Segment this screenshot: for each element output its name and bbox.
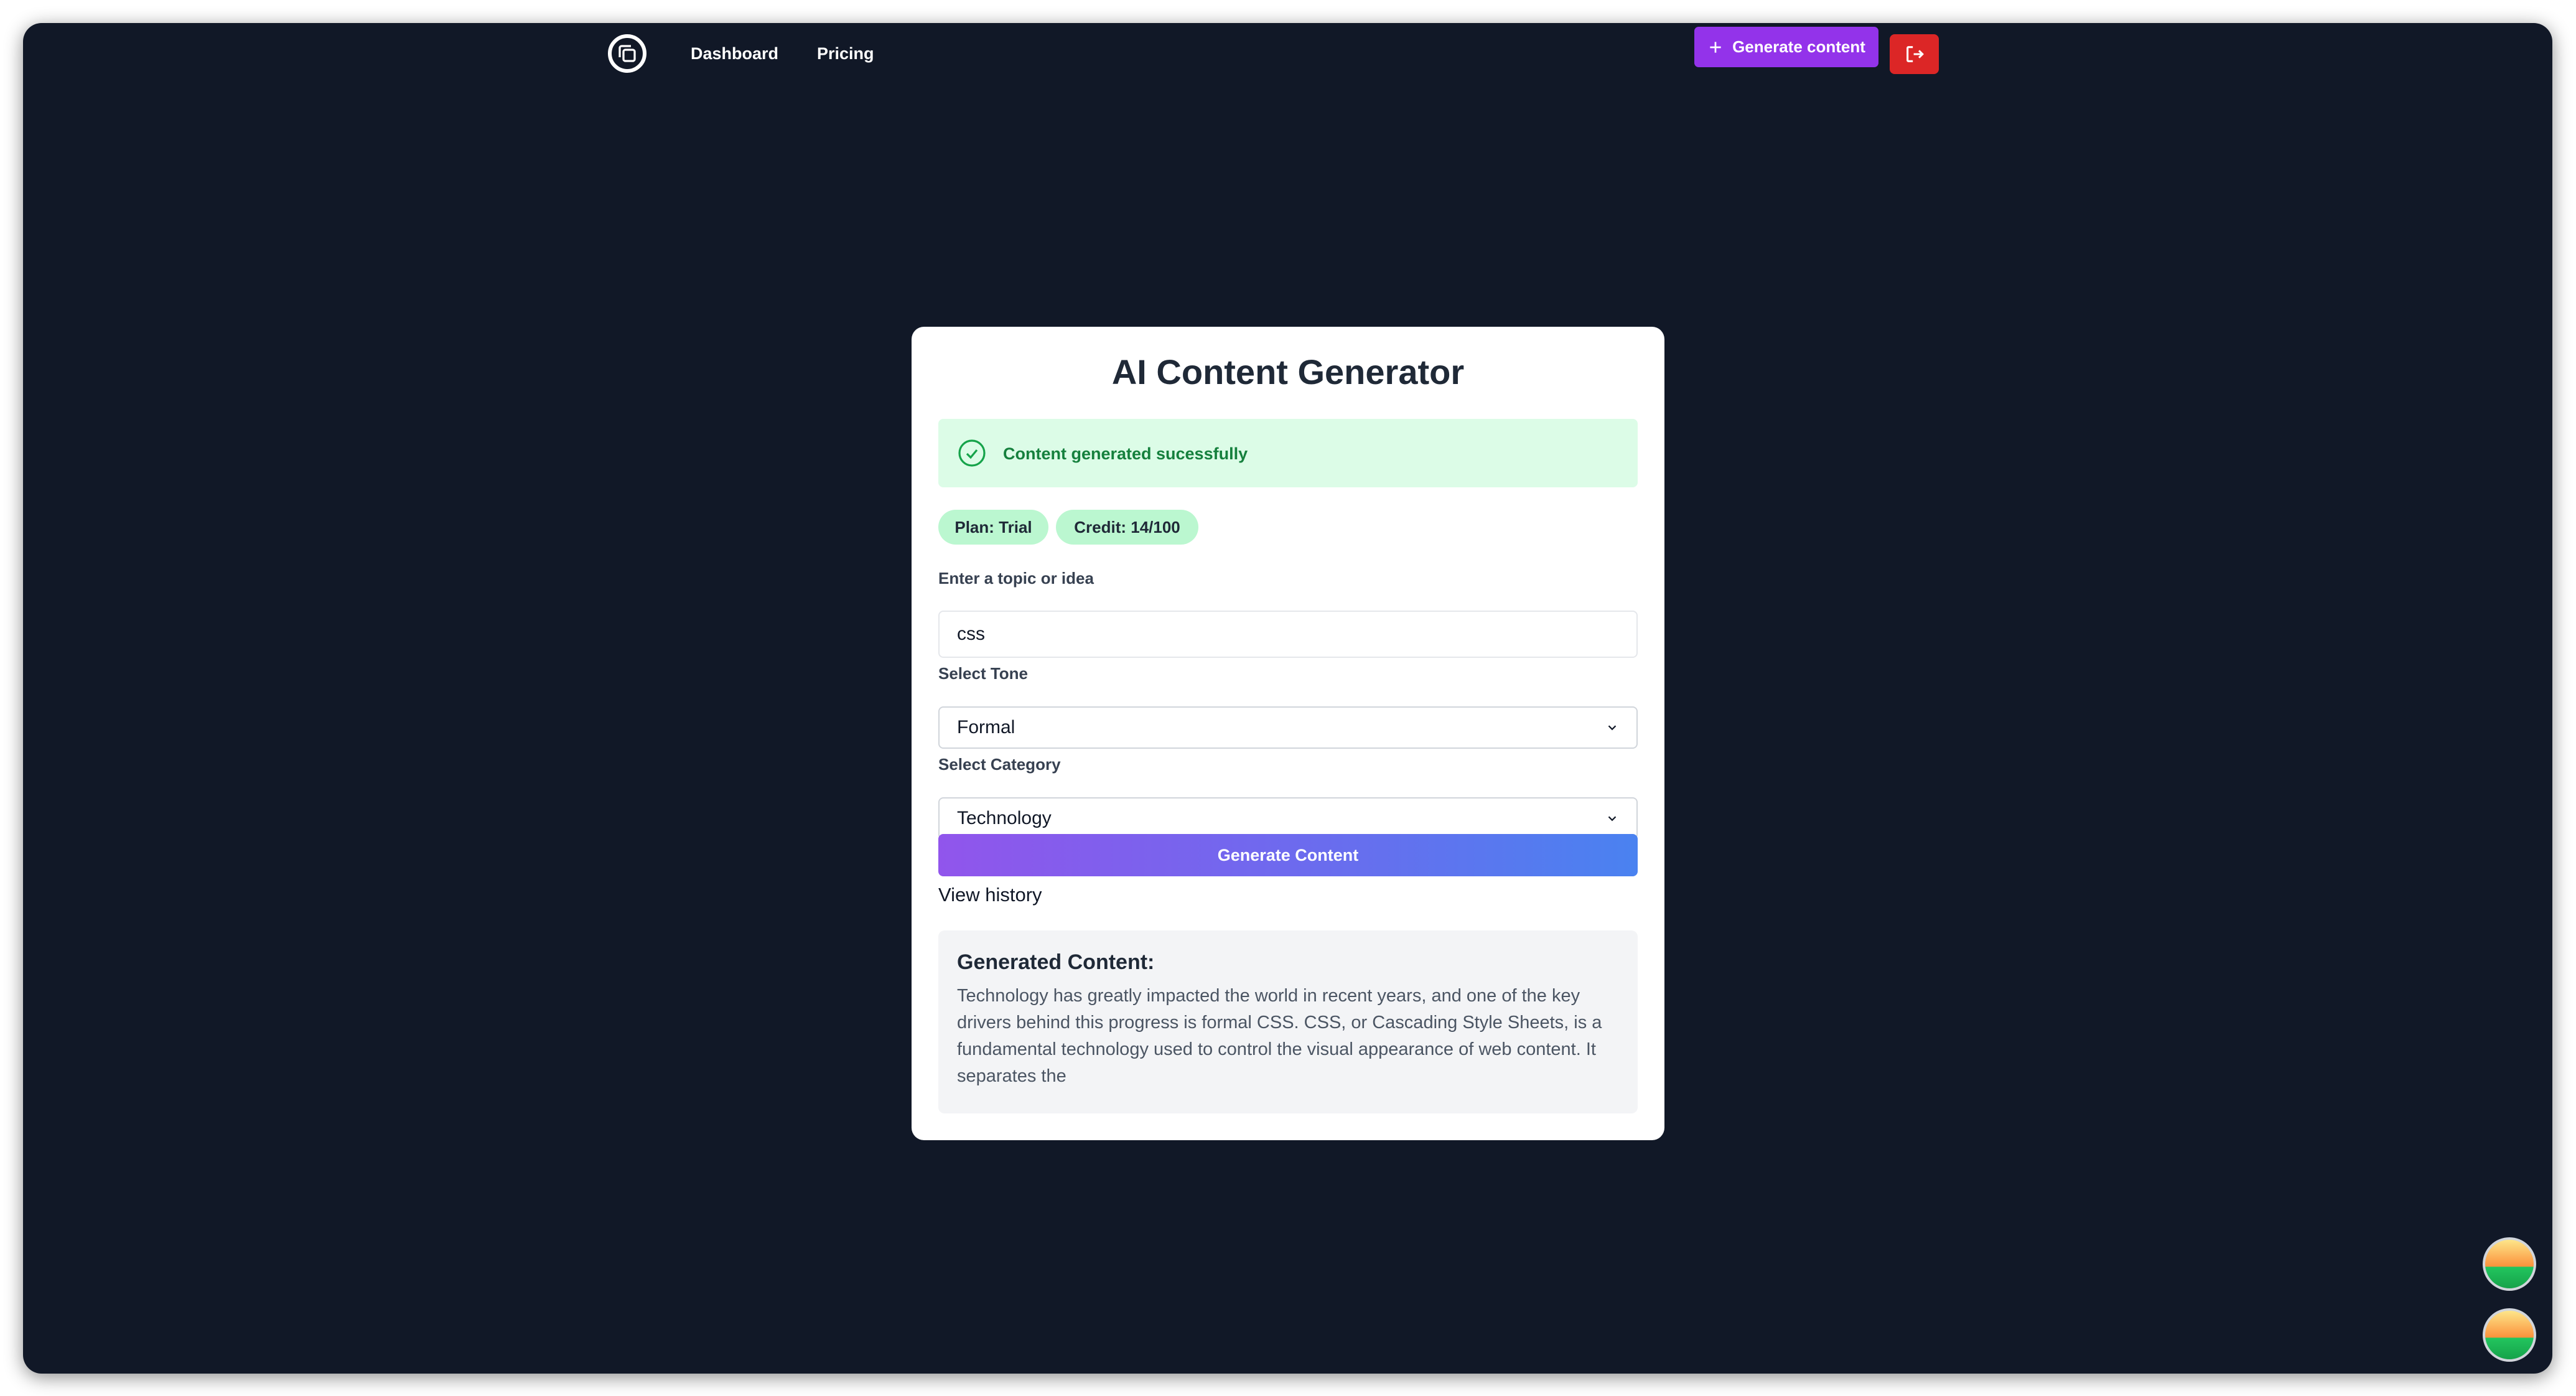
generated-content-text: Technology has greatly impacted the worl…: [957, 986, 1602, 1086]
avatar[interactable]: [2483, 1237, 2536, 1291]
generated-content-heading: Generated Content:: [957, 950, 1155, 974]
plus-icon: [1710, 41, 1721, 53]
app-window: Dashboard Pricing Generate content AI Co…: [23, 23, 2552, 1374]
topic-input[interactable]: css: [938, 611, 1638, 658]
logo-icon[interactable]: [608, 34, 646, 73]
plan-badge: Plan: Trial: [938, 510, 1048, 545]
generated-content-panel: Generated Content: Technology has greatl…: [938, 930, 1638, 1113]
tone-select[interactable]: Formal: [938, 706, 1638, 749]
credit-badge: Credit: 14/100: [1056, 510, 1198, 545]
topic-label: Enter a topic or idea: [938, 569, 1094, 588]
chevron-down-icon: [1608, 816, 1617, 822]
content-generator-card: AI Content Generator Content generated s…: [912, 327, 1664, 1140]
check-circle-icon: [958, 439, 986, 467]
logout-button[interactable]: [1890, 34, 1939, 74]
category-label: Select Category: [938, 755, 1061, 774]
nav-link-pricing[interactable]: Pricing: [817, 42, 874, 65]
page-title: AI Content Generator: [1111, 352, 1465, 391]
generate-content-label: Generate content: [1732, 37, 1865, 56]
chevron-down-icon: [1608, 725, 1617, 731]
tone-label: Select Tone: [938, 664, 1029, 683]
success-alert: Content generated sucessfully: [938, 419, 1638, 487]
generate-content-submit-button[interactable]: Generate Content: [938, 834, 1638, 876]
avatar[interactable]: [2483, 1308, 2536, 1362]
tone-select-value: Formal: [957, 717, 1015, 738]
alert-message: Content generated sucessfully: [1003, 444, 1248, 463]
logout-icon: [1906, 46, 1924, 62]
topic-input-value: css: [957, 624, 985, 644]
generate-content-button[interactable]: Generate content: [1694, 27, 1878, 67]
category-select[interactable]: Technology: [938, 797, 1638, 840]
category-select-value: Technology: [957, 808, 1052, 828]
view-history-link[interactable]: View history: [938, 883, 1042, 907]
nav-link-dashboard[interactable]: Dashboard: [691, 42, 778, 65]
